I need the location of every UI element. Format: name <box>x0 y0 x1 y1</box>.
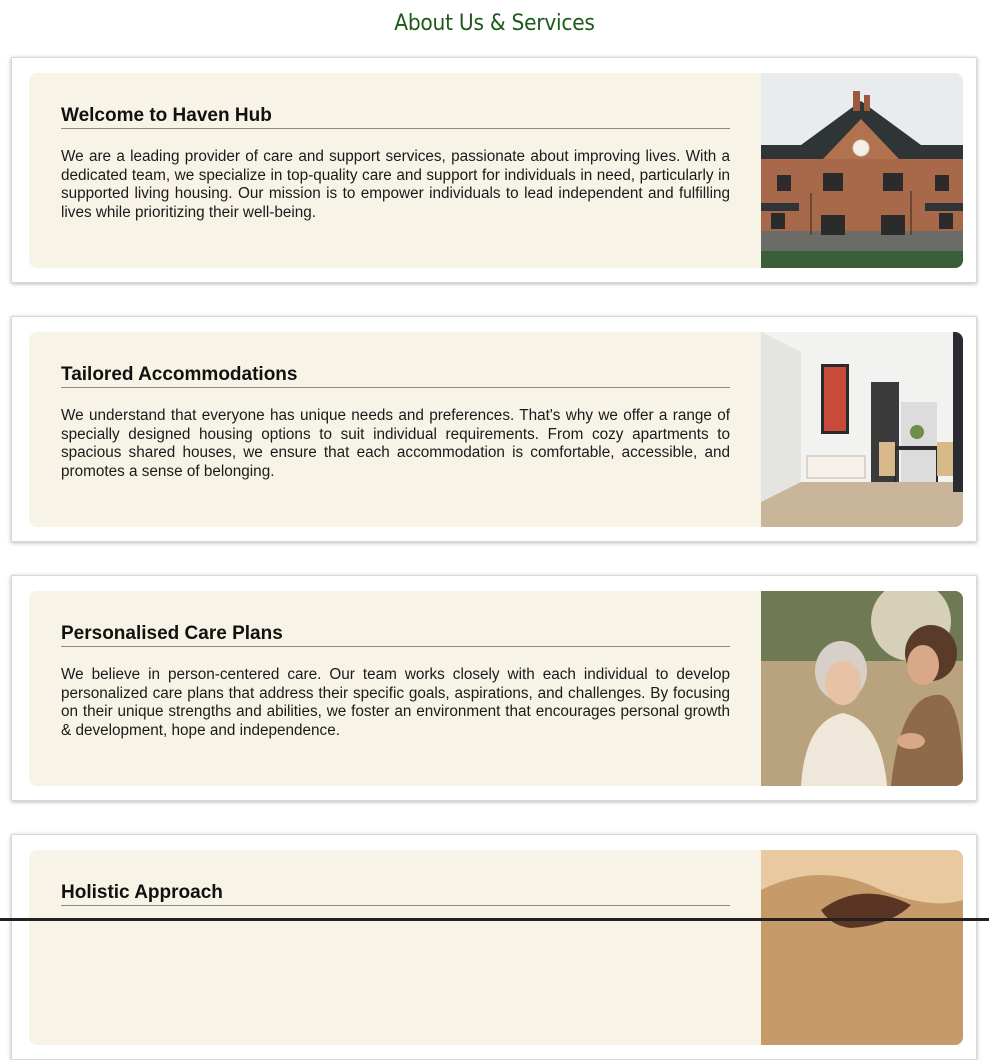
section-body: We understand that everyone has unique n… <box>61 407 730 480</box>
section-card-welcome: Welcome to Haven Hub We are a leading pr… <box>11 57 977 283</box>
section-heading: Holistic Approach <box>61 882 730 906</box>
section-heading: Tailored Accommodations <box>61 364 730 388</box>
section-text: Welcome to Haven Hub We are a leading pr… <box>61 105 730 222</box>
caregiver-image <box>761 591 963 786</box>
section-panel: Tailored Accommodations We understand th… <box>29 332 963 527</box>
section-heading: Personalised Care Plans <box>61 623 730 647</box>
section-heading: Welcome to Haven Hub <box>61 105 730 129</box>
massage-hands-image <box>761 850 963 1045</box>
section-body: We are a leading provider of care and su… <box>61 148 730 221</box>
apartment-interior-image <box>761 332 963 527</box>
page-title: About Us & Services <box>394 11 595 36</box>
section-card-holistic: Holistic Approach <box>11 834 977 1060</box>
section-text: Tailored Accommodations We understand th… <box>61 364 730 481</box>
section-body: We believe in person-centered care. Our … <box>61 666 730 739</box>
section-panel: Welcome to Haven Hub We are a leading pr… <box>29 73 963 268</box>
brick-house-image <box>761 73 963 268</box>
section-text: Personalised Care Plans We believe in pe… <box>61 623 730 740</box>
section-panel: Holistic Approach <box>29 850 963 1045</box>
section-card-accommodations: Tailored Accommodations We understand th… <box>11 316 977 542</box>
section-card-care-plans: Personalised Care Plans We believe in pe… <box>11 575 977 801</box>
section-panel: Personalised Care Plans We believe in pe… <box>29 591 963 786</box>
